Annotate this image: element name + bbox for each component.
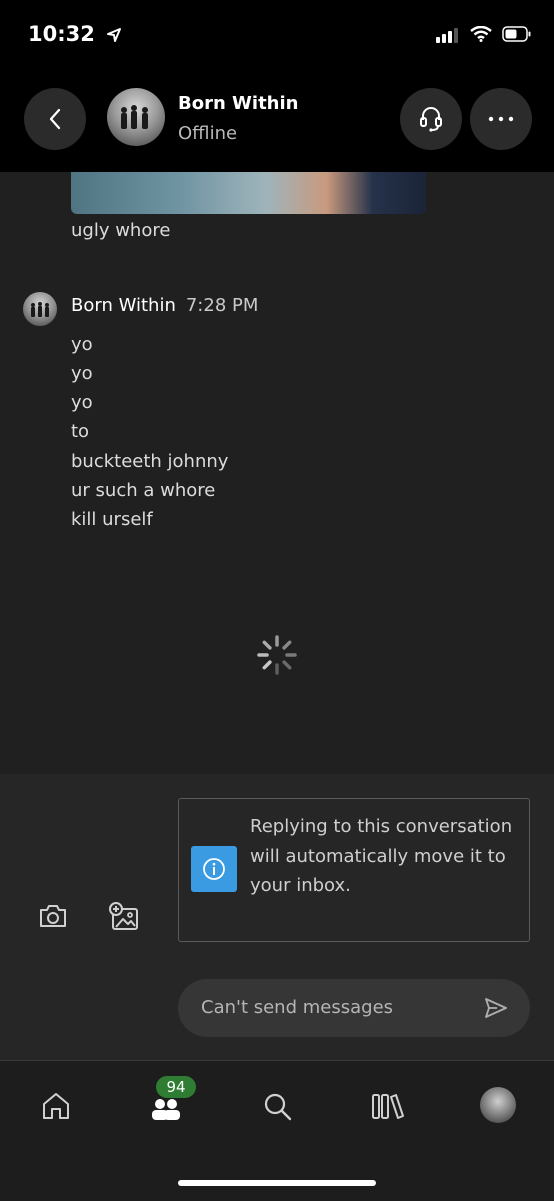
message-timestamp: 7:28 PM: [185, 295, 259, 316]
notification-badge: 94: [156, 1076, 196, 1098]
nav-home[interactable]: [38, 1088, 74, 1124]
wifi-icon: [470, 25, 492, 42]
band-photo-icon: [31, 302, 49, 317]
message-text: kill urself: [71, 509, 153, 530]
camera-icon[interactable]: [38, 903, 68, 929]
nav-library[interactable]: [370, 1088, 406, 1124]
info-icon: [203, 858, 225, 880]
message-text: yo: [71, 363, 93, 384]
image-attachment[interactable]: [71, 172, 426, 214]
headset-icon: [420, 107, 442, 132]
message-sender: Born Within 7:28 PM: [71, 295, 258, 316]
search-icon: [264, 1093, 292, 1121]
chevron-left-icon: [49, 108, 61, 130]
contact-status: Offline: [178, 123, 238, 144]
contact-name[interactable]: Born Within: [178, 93, 298, 114]
add-image-icon[interactable]: [108, 902, 140, 932]
message-text: yo: [71, 334, 93, 355]
home-indicator: [178, 1180, 376, 1186]
loading-spinner-icon: [257, 635, 297, 675]
message-text: buckteeth johnny: [71, 451, 229, 472]
contact-avatar[interactable]: [107, 88, 165, 146]
reply-notice-text: Replying to this conversation will autom…: [250, 816, 513, 896]
ellipsis-icon: [488, 116, 514, 122]
signal-icon: [436, 24, 460, 43]
status-time: 10:32: [28, 22, 122, 46]
sender-name[interactable]: Born Within: [71, 295, 176, 316]
home-icon: [43, 1093, 69, 1119]
profile-avatar[interactable]: [480, 1087, 516, 1123]
party-chat-button[interactable]: [400, 88, 462, 150]
battery-icon: [502, 25, 531, 42]
message-text: yo: [71, 392, 93, 413]
message-input-placeholder: Can't send messages: [201, 997, 394, 1018]
band-photo-icon: [121, 105, 148, 129]
status-icons: [436, 24, 532, 43]
library-icon: [372, 1094, 404, 1119]
location-arrow-icon: [107, 28, 122, 42]
more-options-button[interactable]: [470, 88, 532, 150]
sender-avatar[interactable]: [23, 292, 57, 326]
message-text: ugly whore: [71, 220, 171, 241]
nav-search[interactable]: [259, 1088, 295, 1124]
info-badge: [191, 846, 237, 892]
send-icon[interactable]: [484, 997, 508, 1019]
message-text: ur such a whore: [71, 480, 216, 501]
message-input[interactable]: Can't send messages: [178, 979, 530, 1037]
back-button[interactable]: [24, 88, 86, 150]
message-text: to: [71, 421, 90, 442]
